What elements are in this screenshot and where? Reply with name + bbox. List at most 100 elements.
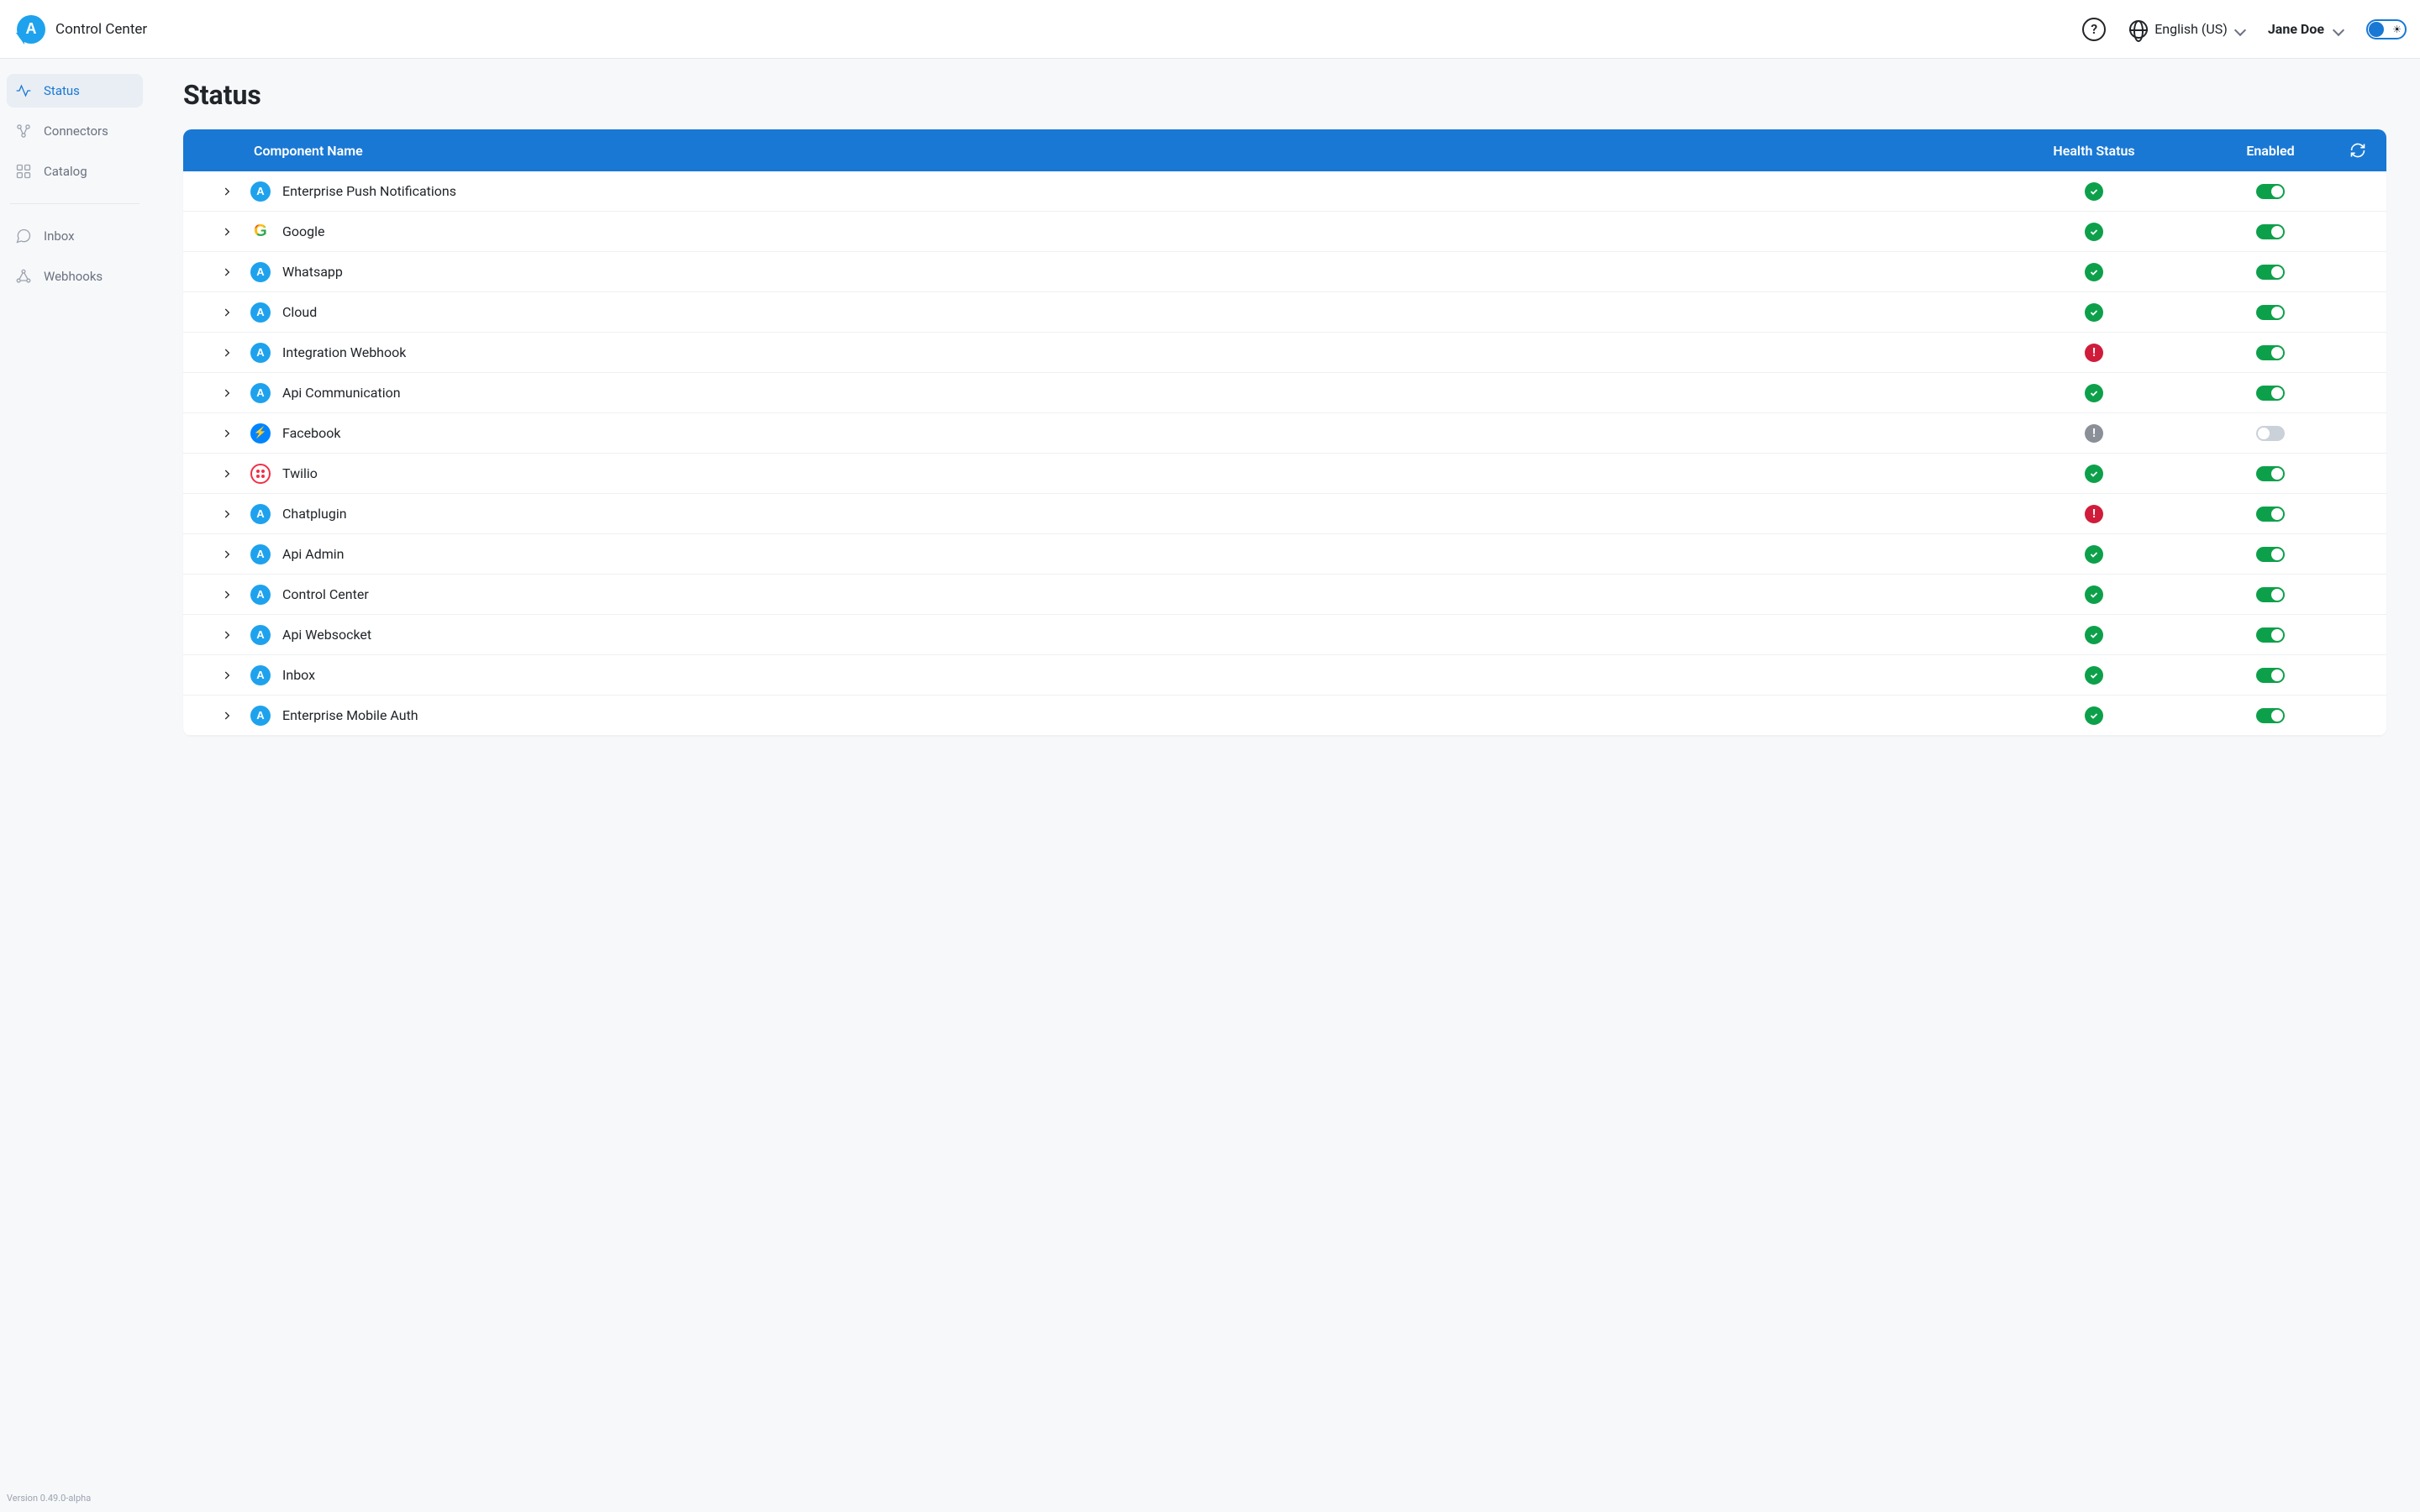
table-row: G Google — [183, 212, 2386, 252]
chevron-down-icon — [2333, 24, 2343, 34]
table-row: A Enterprise Push Notifications — [183, 171, 2386, 212]
health-error-icon: ! — [2085, 344, 2103, 362]
help-icon[interactable]: ? — [2082, 18, 2106, 41]
health-ok-icon — [2085, 545, 2103, 564]
enabled-toggle[interactable] — [2256, 345, 2285, 360]
enabled-toggle[interactable] — [2256, 224, 2285, 239]
expand-row-button[interactable] — [219, 547, 234, 562]
expand-row-button[interactable] — [219, 507, 234, 522]
expand-row-button[interactable] — [219, 668, 234, 683]
app-name: Control Center — [55, 21, 147, 38]
table-row: A Api Websocket — [183, 615, 2386, 655]
language-selector[interactable]: English (US) — [2129, 20, 2244, 39]
sidebar-item-label: Status — [44, 83, 80, 98]
expand-row-button[interactable] — [219, 345, 234, 360]
enabled-toggle[interactable] — [2256, 587, 2285, 602]
expand-row-button[interactable] — [219, 386, 234, 401]
sidebar-item-status[interactable]: Status — [7, 74, 143, 108]
activity-icon — [15, 82, 32, 99]
component-icon-chatplugin: A — [250, 504, 271, 524]
table-row: A Chatplugin ! — [183, 494, 2386, 534]
expand-row-button[interactable] — [219, 224, 234, 239]
component-icon-facebook: ⚡ — [250, 423, 271, 444]
enabled-toggle[interactable] — [2256, 668, 2285, 683]
health-warn-icon: ! — [2085, 424, 2103, 443]
enabled-toggle[interactable] — [2256, 507, 2285, 522]
user-menu[interactable]: Jane Doe — [2268, 21, 2343, 37]
theme-toggle[interactable]: ☀ — [2366, 19, 2407, 39]
page-title: Status — [183, 79, 2386, 111]
component-icon-api-admin: A — [250, 544, 271, 564]
table-row: Twilio — [183, 454, 2386, 494]
webhooks-icon — [15, 268, 32, 285]
health-ok-icon — [2085, 223, 2103, 241]
component-name: Chatplugin — [282, 506, 347, 522]
expand-row-button[interactable] — [219, 265, 234, 280]
table-row: A Inbox — [183, 655, 2386, 696]
sidebar-divider — [10, 203, 139, 204]
component-name: Twilio — [282, 465, 318, 481]
component-name: Api Websocket — [282, 627, 371, 643]
version-label: Version 0.49.0-alpha — [7, 1493, 91, 1504]
sidebar-item-catalog[interactable]: Catalog — [7, 155, 143, 188]
component-icon-google: G — [250, 222, 271, 242]
expand-row-button[interactable] — [219, 708, 234, 723]
refresh-button[interactable] — [2349, 142, 2366, 159]
sidebar-item-connectors[interactable]: Connectors — [7, 114, 143, 148]
user-name: Jane Doe — [2268, 21, 2324, 37]
health-ok-icon — [2085, 182, 2103, 201]
component-name: Inbox — [282, 667, 315, 683]
enabled-toggle[interactable] — [2256, 426, 2285, 441]
logo-group[interactable]: A Control Center — [17, 15, 147, 44]
enabled-toggle[interactable] — [2256, 627, 2285, 643]
enabled-toggle[interactable] — [2256, 305, 2285, 320]
enabled-toggle[interactable] — [2256, 386, 2285, 401]
table-row: A Api Admin — [183, 534, 2386, 575]
component-icon-api-websocket: A — [250, 625, 271, 645]
top-header: A Control Center ? English (US) Jane Doe… — [0, 0, 2420, 59]
component-name: Api Communication — [282, 385, 401, 401]
enabled-toggle[interactable] — [2256, 466, 2285, 481]
health-ok-icon — [2085, 465, 2103, 483]
sun-icon: ☀ — [2392, 24, 2402, 35]
health-ok-icon — [2085, 303, 2103, 322]
component-name: Whatsapp — [282, 264, 343, 280]
health-ok-icon — [2085, 666, 2103, 685]
health-ok-icon — [2085, 585, 2103, 604]
sidebar-item-inbox[interactable]: Inbox — [7, 219, 143, 253]
app-logo-icon: A — [17, 15, 45, 44]
table-header: Component Name Health Status Enabled — [183, 129, 2386, 171]
table-row: A Whatsapp — [183, 252, 2386, 292]
expand-row-button[interactable] — [219, 587, 234, 602]
table-row: A Api Communication — [183, 373, 2386, 413]
col-header-health: Health Status — [1985, 143, 2203, 159]
health-ok-icon — [2085, 706, 2103, 725]
expand-row-button[interactable] — [219, 305, 234, 320]
sidebar-item-label: Catalog — [44, 164, 87, 179]
enabled-toggle[interactable] — [2256, 708, 2285, 723]
component-name: Enterprise Mobile Auth — [282, 707, 418, 723]
sidebar-item-webhooks[interactable]: Webhooks — [7, 260, 143, 293]
sidebar-item-label: Webhooks — [44, 269, 103, 284]
enabled-toggle[interactable] — [2256, 184, 2285, 199]
health-ok-icon — [2085, 626, 2103, 644]
component-name: Integration Webhook — [282, 344, 406, 360]
table-row: ⚡ Facebook ! — [183, 413, 2386, 454]
sidebar-item-label: Connectors — [44, 123, 108, 139]
expand-row-button[interactable] — [219, 627, 234, 643]
component-icon-api-communication: A — [250, 383, 271, 403]
grid-icon — [15, 163, 32, 180]
enabled-toggle[interactable] — [2256, 265, 2285, 280]
table-row: A Enterprise Mobile Auth — [183, 696, 2386, 736]
enabled-toggle[interactable] — [2256, 547, 2285, 562]
component-icon-cloud: A — [250, 302, 271, 323]
expand-row-button[interactable] — [219, 466, 234, 481]
expand-row-button[interactable] — [219, 184, 234, 199]
expand-row-button[interactable] — [219, 426, 234, 441]
component-icon-enterprise-mobile-auth: A — [250, 706, 271, 726]
sidebar-item-label: Inbox — [44, 228, 75, 244]
col-header-enabled: Enabled — [2203, 143, 2338, 159]
component-icon-twilio — [250, 464, 271, 484]
component-name: Facebook — [282, 425, 340, 441]
health-ok-icon — [2085, 263, 2103, 281]
